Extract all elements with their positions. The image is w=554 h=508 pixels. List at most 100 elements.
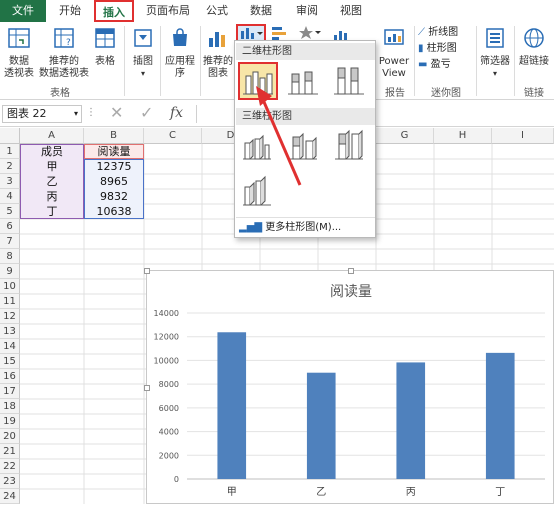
- tab-review[interactable]: 审阅: [290, 0, 324, 22]
- column-header-i[interactable]: I: [492, 128, 554, 144]
- column-header-h[interactable]: H: [434, 128, 492, 144]
- row-header[interactable]: 20: [0, 429, 20, 444]
- row-header[interactable]: 1: [0, 144, 20, 159]
- row-header[interactable]: 14: [0, 339, 20, 354]
- power-view-button[interactable]: Power View: [378, 26, 410, 80]
- column-header-g[interactable]: G: [376, 128, 434, 144]
- row-header[interactable]: 8: [0, 249, 20, 264]
- embedded-chart[interactable]: 0 2000 4000 6000 8000 10000 12000 14000 甲 乙 丙 丁 阅读…: [144, 268, 554, 504]
- cell-a3[interactable]: 乙: [20, 174, 84, 189]
- cell-a1[interactable]: 成员: [20, 144, 84, 159]
- more-column-charts-link[interactable]: ▂▅▇ 更多柱形图(M)...: [239, 221, 373, 235]
- row-header[interactable]: 13: [0, 324, 20, 339]
- sparkline-column-icon: ▮: [418, 43, 424, 54]
- y-tick-label: 10000: [154, 356, 179, 365]
- slicer-icon: [486, 28, 504, 48]
- row-header[interactable]: 5: [0, 204, 20, 219]
- cell-b3[interactable]: 8965: [84, 174, 144, 189]
- column-chart-small-icon: ▂▅▇: [239, 222, 263, 233]
- row-header[interactable]: 3: [0, 174, 20, 189]
- apps-label-1: 应用程: [165, 56, 195, 67]
- apps-label-2: 序: [175, 68, 185, 79]
- row-header[interactable]: 6: [0, 219, 20, 234]
- resize-handle[interactable]: [348, 268, 354, 274]
- row-header[interactable]: 7: [0, 234, 20, 249]
- x-category-label: 乙: [316, 486, 326, 498]
- confirm-icon[interactable]: ✓: [140, 103, 160, 123]
- illustrations-button[interactable]: 插图 ▾: [128, 26, 158, 80]
- tab-data[interactable]: 数据: [244, 0, 278, 22]
- recommended-charts-button[interactable]: 推荐的 图表: [202, 26, 234, 80]
- column-header-a[interactable]: A: [20, 128, 84, 144]
- globe-link-icon: [524, 28, 544, 48]
- 3d-percent-stacked-column-option[interactable]: [331, 129, 371, 167]
- hyperlink-label: 超链接: [519, 56, 549, 67]
- name-box[interactable]: 图表 22 ▾: [2, 105, 82, 123]
- recommended-pivot-label-2: 数据透视表: [39, 68, 89, 79]
- cell-a5[interactable]: 丁: [20, 204, 84, 219]
- hyperlink-button[interactable]: 超链接: [514, 26, 554, 68]
- cancel-icon[interactable]: ✕: [110, 103, 130, 123]
- cell-a4[interactable]: 丙: [20, 189, 84, 204]
- sparkline-column-button[interactable]: ▮ 柱形图: [418, 42, 478, 56]
- row-header[interactable]: 24: [0, 489, 20, 504]
- tab-file[interactable]: 文件: [0, 0, 46, 22]
- row-header[interactable]: 2: [0, 159, 20, 174]
- filter-button[interactable]: 筛选器 ▾: [478, 26, 512, 80]
- tab-page-layout[interactable]: 页面布局: [140, 0, 196, 22]
- recommended-pivot-label-1: 推荐的: [49, 56, 79, 67]
- cell-b5[interactable]: 10638: [84, 204, 144, 219]
- sparkline-winloss-button[interactable]: ▬ 盈亏: [418, 58, 478, 72]
- cell-a2[interactable]: 甲: [20, 159, 84, 174]
- resize-handle[interactable]: [144, 385, 150, 391]
- row-header[interactable]: 10: [0, 279, 20, 294]
- row-header[interactable]: 4: [0, 189, 20, 204]
- select-all-corner[interactable]: [0, 128, 20, 144]
- y-tick-label: 12000: [154, 333, 179, 342]
- insert-function-icon[interactable]: fx: [170, 103, 192, 123]
- tab-view[interactable]: 视图: [334, 0, 368, 22]
- column-header-b[interactable]: B: [84, 128, 144, 144]
- more-column-charts-label: 更多柱形图(M)...: [265, 222, 342, 233]
- row-header[interactable]: 15: [0, 354, 20, 369]
- cell-b4[interactable]: 9832: [84, 189, 144, 204]
- resize-handle[interactable]: [144, 268, 150, 274]
- tab-formulas[interactable]: 公式: [200, 0, 234, 22]
- bar-chart-button[interactable]: [270, 25, 294, 41]
- row-header[interactable]: 9: [0, 264, 20, 279]
- row-header[interactable]: 11: [0, 294, 20, 309]
- row-header[interactable]: 22: [0, 459, 20, 474]
- pivot-table-icon: [8, 28, 30, 48]
- ribbon-separator: [414, 26, 415, 96]
- row-header[interactable]: 16: [0, 369, 20, 384]
- recommended-pivot-button[interactable]: ? 推荐的 数据透视表: [38, 26, 90, 80]
- y-tick-label: 14000: [154, 309, 179, 318]
- group-report-label: 报告: [385, 88, 405, 99]
- ribbon-separator: [200, 26, 201, 96]
- percent-stacked-column-option[interactable]: [331, 64, 371, 102]
- table-button[interactable]: 表格: [90, 26, 120, 68]
- name-box-value: 图表 22: [7, 107, 47, 120]
- sparkline-line-icon: ⟋: [418, 27, 425, 38]
- other-charts-button[interactable]: [298, 25, 322, 41]
- row-header[interactable]: 21: [0, 444, 20, 459]
- tab-home[interactable]: 开始: [50, 0, 90, 22]
- column-header-c[interactable]: C: [144, 128, 202, 144]
- row-header[interactable]: 19: [0, 414, 20, 429]
- row-header[interactable]: 23: [0, 474, 20, 489]
- tab-insert[interactable]: 插入: [94, 0, 134, 22]
- row-header[interactable]: 17: [0, 384, 20, 399]
- row-header[interactable]: 18: [0, 399, 20, 414]
- bar-乙: [306, 372, 336, 479]
- cell-b2[interactable]: 12375: [84, 159, 144, 174]
- sparkline-line-button[interactable]: ⟋ 折线图: [418, 26, 478, 40]
- sparkline-winloss-label: 盈亏: [430, 59, 451, 70]
- y-tick-label: 2000: [159, 451, 179, 460]
- group-links-label: 链接: [524, 88, 544, 99]
- apps-button[interactable]: 应用程 序: [162, 26, 198, 80]
- group-sparklines-label: 迷你图: [431, 88, 461, 99]
- row-header[interactable]: 12: [0, 309, 20, 324]
- pivot-table-button[interactable]: 数据 透视表: [2, 26, 36, 80]
- power-view-icon: [384, 29, 404, 45]
- cell-b1[interactable]: 阅读量: [84, 144, 144, 159]
